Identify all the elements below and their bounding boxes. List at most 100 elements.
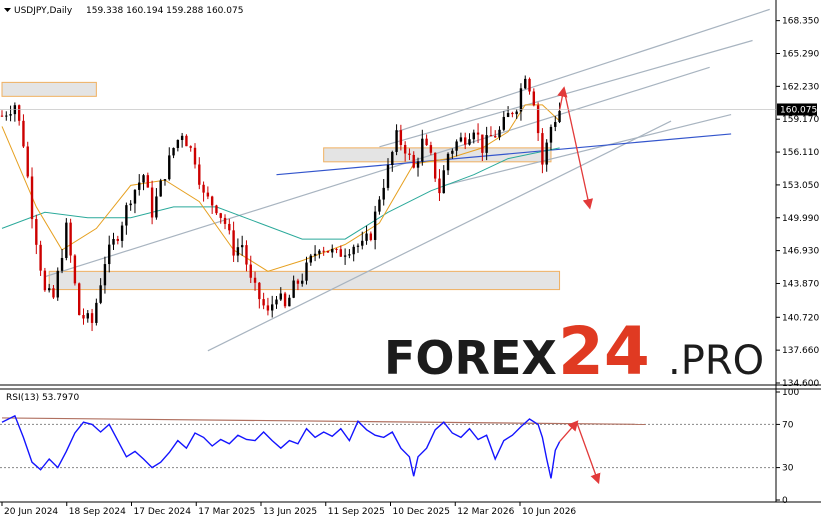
time-tick-label: 11 Sep 2025 bbox=[328, 507, 385, 517]
candle-body bbox=[433, 152, 437, 179]
candle bbox=[26, 141, 29, 179]
candle-body bbox=[253, 277, 257, 283]
candle-body bbox=[60, 257, 64, 271]
candle-body bbox=[494, 136, 497, 138]
candle-body bbox=[180, 135, 184, 140]
candle-body bbox=[326, 250, 330, 253]
candle-body bbox=[138, 182, 141, 190]
candle-body bbox=[52, 288, 55, 298]
candle-body bbox=[296, 280, 300, 284]
price-tick-label: 165.290 bbox=[782, 49, 819, 59]
candle-body bbox=[112, 238, 115, 245]
candle-body bbox=[73, 255, 77, 284]
candle-body bbox=[481, 134, 484, 153]
candle-body bbox=[554, 122, 557, 127]
candle-body bbox=[408, 153, 411, 155]
candle-body bbox=[309, 255, 312, 263]
candle-body bbox=[348, 254, 351, 256]
candle-body bbox=[193, 147, 197, 165]
candle bbox=[283, 291, 287, 309]
candle bbox=[159, 178, 162, 197]
candle-body bbox=[9, 114, 12, 116]
candle-body bbox=[429, 145, 433, 153]
price-tick-label: 140.720 bbox=[782, 313, 819, 323]
candle-body bbox=[343, 255, 347, 257]
candle-body bbox=[99, 285, 102, 303]
candle-body bbox=[403, 144, 407, 154]
candle-body bbox=[386, 164, 390, 188]
candle-body bbox=[378, 199, 381, 212]
candle-body bbox=[210, 196, 214, 206]
candle-body bbox=[468, 139, 471, 145]
candle-body bbox=[399, 130, 403, 145]
candle-body bbox=[206, 192, 210, 197]
candle-body bbox=[240, 245, 244, 248]
candle-body bbox=[163, 179, 167, 181]
candle-body bbox=[5, 115, 8, 117]
candle-body bbox=[189, 146, 192, 148]
candle-body bbox=[22, 120, 25, 147]
price-tick-label: 143.870 bbox=[782, 279, 819, 289]
candle-body bbox=[549, 126, 553, 143]
candle-body bbox=[116, 238, 119, 241]
time-tick-label: 10 Dec 2025 bbox=[393, 507, 451, 517]
candle-body bbox=[168, 155, 171, 180]
rsi-tick-label: 70 bbox=[782, 420, 794, 430]
candle bbox=[73, 254, 77, 286]
candle bbox=[43, 267, 47, 292]
candle-body bbox=[472, 132, 475, 140]
candle-body bbox=[361, 240, 364, 246]
time-tick-label: 20 Jun 2024 bbox=[4, 507, 58, 517]
candle-body bbox=[236, 247, 240, 256]
candle-body bbox=[498, 129, 501, 138]
candle-body bbox=[125, 205, 128, 226]
price-tick-label: 146.930 bbox=[782, 247, 819, 257]
candle-body bbox=[56, 270, 59, 298]
candle-body bbox=[35, 219, 38, 245]
candle-body bbox=[120, 225, 124, 241]
candle-body bbox=[331, 248, 334, 253]
candle-body bbox=[150, 187, 154, 218]
candle-body bbox=[451, 150, 454, 154]
main-plot-background bbox=[0, 0, 776, 385]
candle-body bbox=[228, 223, 231, 231]
candle-body bbox=[524, 78, 527, 89]
candle-body bbox=[258, 282, 261, 300]
rsi-plot-background bbox=[0, 389, 776, 502]
candle-body bbox=[47, 288, 51, 291]
candle-body bbox=[0, 115, 4, 117]
candle-body bbox=[30, 176, 34, 220]
candle-body bbox=[65, 222, 68, 258]
candle-body bbox=[339, 249, 343, 257]
chart-window: FOREX 24 .PRO 168.350 165.290 162.230 159.1… bbox=[0, 0, 821, 523]
candle-body bbox=[391, 151, 394, 165]
ohlc-values: 159.338 160.194 159.288 160.075 bbox=[86, 6, 243, 16]
candle-body bbox=[146, 175, 150, 188]
candle-body bbox=[155, 196, 158, 218]
candle-body bbox=[95, 302, 98, 323]
candle-body bbox=[159, 180, 162, 197]
candle-body bbox=[485, 135, 488, 153]
candle-body bbox=[266, 305, 270, 311]
candle-body bbox=[382, 187, 385, 200]
current-price-label: 160.075 bbox=[780, 105, 817, 115]
candle-body bbox=[103, 264, 107, 286]
candle-body bbox=[502, 116, 505, 130]
candle-body bbox=[519, 88, 523, 112]
candle-body bbox=[395, 130, 398, 152]
candle-body bbox=[202, 184, 205, 193]
time-tick-label: 10 Jun 2026 bbox=[522, 507, 576, 517]
rsi-label: RSI(13) 53.7970 bbox=[6, 393, 79, 403]
candle-body bbox=[515, 111, 518, 115]
candle-body bbox=[442, 170, 445, 194]
candle-body bbox=[541, 133, 544, 165]
candle-body bbox=[489, 135, 493, 137]
candle bbox=[56, 267, 59, 301]
candle-body bbox=[425, 138, 428, 146]
candle-body bbox=[43, 270, 47, 291]
candle-body bbox=[476, 132, 480, 135]
candle-body bbox=[369, 233, 373, 240]
price-tick-label: 168.350 bbox=[782, 17, 819, 27]
candle-body bbox=[416, 161, 420, 168]
candle-body bbox=[262, 299, 265, 306]
